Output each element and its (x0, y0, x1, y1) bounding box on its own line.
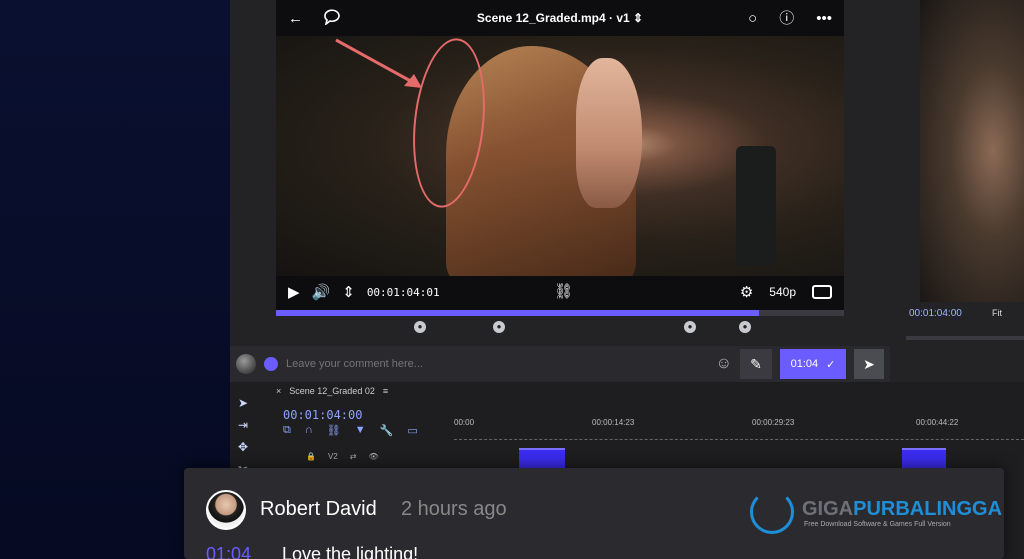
emoji-icon[interactable]: ☺ (716, 355, 732, 373)
watermark-tagline: Free Download Software & Games Full Vers… (804, 521, 951, 528)
timecode-toggle-icon[interactable]: ⇕ (342, 285, 355, 300)
more-options-icon[interactable]: ••• (816, 11, 832, 26)
tool-palette: ➤ ⇥ ✥ ✂ (238, 396, 258, 476)
video-subject-face (576, 58, 642, 208)
sync-icon[interactable]: ⇄ (350, 452, 357, 461)
comment-marker[interactable]: ● (493, 321, 505, 333)
comment-marker[interactable]: ● (414, 321, 426, 333)
eye-icon[interactable]: 👁 (368, 452, 378, 461)
program-scrubber[interactable] (906, 336, 1024, 340)
program-monitor-preview[interactable] (920, 0, 1024, 302)
menu-icon[interactable]: ≡ (383, 386, 388, 396)
sequence-name: Scene 12_Graded 02 (289, 386, 375, 396)
draw-brush-button[interactable]: ✎ (740, 349, 772, 379)
quality-label[interactable]: 540p (769, 285, 796, 299)
ripple-edit-tool-icon[interactable]: ✥ (238, 440, 258, 454)
comment-text: Love the lighting! (282, 544, 419, 559)
watermark-brand-left: GIGA (802, 498, 854, 520)
comment-timestamp-link[interactable]: 01:04 (206, 544, 251, 559)
comment-markers: ● ● ● ● (276, 316, 844, 338)
nest-icon[interactable]: ⧉ (283, 424, 291, 437)
timeline-ruler[interactable]: 00:00 00:00:14:23 00:00:29:23 00:00:44:2… (454, 416, 1024, 440)
program-timecode: 00:01:04:00 (909, 308, 962, 319)
comment-time: 2 hours ago (401, 498, 507, 520)
player-timecode: 00:01:04:01 (366, 285, 440, 299)
annotation-arrow (335, 38, 422, 88)
track-select-tool-icon[interactable]: ⇥ (238, 418, 258, 432)
wrench-icon[interactable]: 🔧 (380, 424, 394, 437)
marker-icon[interactable]: ▼ (355, 424, 366, 437)
watermark: GIGAPURBALINGGA Free Download Software &… (750, 490, 1002, 538)
snap-magnet-icon[interactable]: ∩ (305, 424, 313, 437)
commenter-name: Robert David (260, 498, 377, 520)
timestamp-label: 01:04 (790, 358, 819, 370)
commenter-avatar (206, 490, 246, 530)
fullscreen-icon[interactable] (812, 285, 832, 299)
ruler-tick-label: 00:00:44:22 (916, 418, 959, 427)
back-arrow-icon[interactable]: ← (288, 11, 303, 26)
status-circle-icon[interactable]: ○ (748, 11, 757, 26)
timeline-clip[interactable] (519, 448, 565, 470)
sequence-timecode[interactable]: 00:01:04:00 (283, 408, 362, 422)
ruler-tick-label: 00:00:14:23 (592, 418, 635, 427)
link-icon[interactable]: ⛓ (554, 284, 573, 299)
settings-gear-icon[interactable]: ⚙ (740, 285, 753, 300)
volume-icon[interactable]: 🔊 (312, 285, 331, 300)
comment-marker[interactable]: ● (684, 321, 696, 333)
program-monitor-info: 00:01:04:00 Fit (906, 306, 1024, 346)
comment-bar: ☺ ✎ 01:04 ✓ ➤ (230, 346, 890, 382)
ruler-tick-label: 00:00 (454, 418, 475, 427)
comment-marker[interactable]: ● (739, 321, 751, 333)
timeline-toolbar: ⧉ ∩ ⛓ ▼ 🔧 ▭ (283, 424, 418, 437)
user-avatar (236, 354, 256, 374)
close-icon[interactable]: × (276, 386, 281, 396)
fit-dropdown[interactable]: Fit (992, 308, 1002, 318)
comment-input[interactable] (286, 358, 708, 370)
watermark-brand-right: PURBALINGGA (853, 498, 1003, 520)
user-status-icon (264, 357, 278, 371)
info-icon[interactable]: ⓘ (779, 11, 794, 26)
captions-icon[interactable]: ▭ (407, 424, 417, 437)
check-icon: ✓ (826, 358, 836, 371)
player-controls: ▶ 🔊 ⇕ 00:01:04:01 ⛓ ⚙ 540p (276, 276, 844, 308)
watermark-brand: GIGAPURBALINGGA (802, 498, 1002, 521)
video-background-lamp (736, 146, 776, 266)
video-frame[interactable] (276, 36, 844, 276)
linked-selection-icon[interactable]: ⛓ (327, 424, 341, 437)
watermark-logo-icon (750, 490, 794, 534)
send-button[interactable]: ➤ (854, 349, 884, 379)
sequence-tab[interactable]: × Scene 12_Graded 02 ≡ (276, 386, 388, 396)
ruler-tick-label: 00:00:29:23 (752, 418, 795, 427)
track-header-v2: 🔒 V2 ⇄ 👁 (306, 452, 379, 461)
play-icon[interactable]: ▶ (288, 285, 300, 300)
timestamp-toggle-button[interactable]: 01:04 ✓ (780, 349, 846, 379)
timeline-clip[interactable] (902, 448, 946, 470)
comment-icon[interactable] (323, 8, 341, 28)
selection-tool-icon[interactable]: ➤ (238, 396, 258, 410)
review-player: ← Scene 12_Graded.mp4 · v1 ⇕ ○ ⓘ ••• ▶ 🔊… (276, 0, 844, 316)
lock-icon[interactable]: 🔒 (306, 452, 316, 461)
track-label: V2 (327, 452, 338, 461)
player-topbar: ← Scene 12_Graded.mp4 · v1 ⇕ ○ ⓘ ••• (276, 0, 844, 36)
